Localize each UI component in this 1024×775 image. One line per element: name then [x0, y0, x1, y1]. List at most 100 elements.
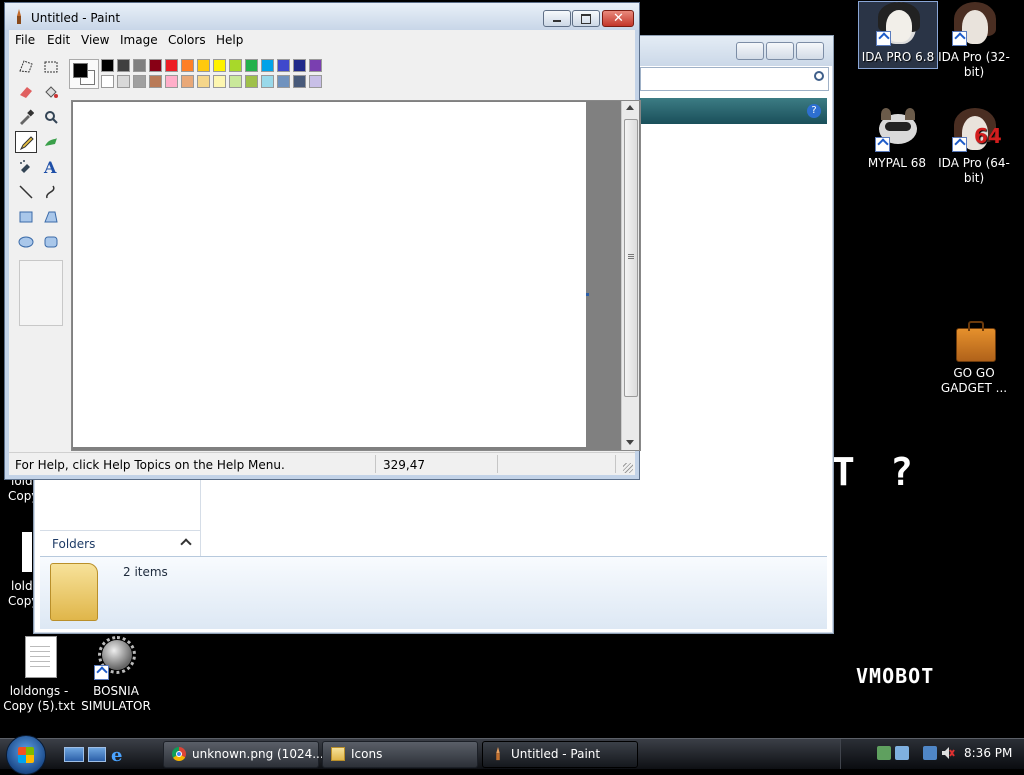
palette-swatch[interactable] [213, 59, 226, 72]
task-label: unknown.png (1024... [192, 747, 324, 761]
desktop-icon-ida-pro-68[interactable]: IDA PRO 6.8 [858, 1, 938, 69]
paint-close-button[interactable]: ✕ [602, 10, 634, 27]
pencil-tool[interactable] [15, 131, 37, 153]
task-chrome-unknown-png[interactable]: unknown.png (1024... [163, 741, 324, 768]
tool-options-box[interactable] [19, 260, 63, 326]
desktop-icon-mypal-68[interactable]: MYPAL 68 [858, 108, 936, 171]
palette-swatch[interactable] [197, 75, 210, 88]
palette-swatch[interactable] [101, 59, 114, 72]
polygon-tool[interactable] [40, 206, 62, 228]
network-users-icon[interactable] [877, 746, 891, 760]
curve-tool[interactable] [40, 181, 62, 203]
palette-swatch[interactable] [197, 59, 210, 72]
palette-swatch[interactable] [149, 59, 162, 72]
desktop-icon-bosnia-simulator[interactable]: BOSNIA SIMULATOR [77, 636, 155, 714]
explorer-search-box[interactable] [640, 67, 829, 91]
fill-bucket-tool[interactable] [40, 81, 62, 103]
scrollbar-thumb[interactable] [624, 119, 638, 397]
menu-edit[interactable]: Edit [47, 33, 70, 47]
task-untitled-paint[interactable]: Untitled - Paint [482, 741, 638, 768]
palette-swatch[interactable] [309, 75, 322, 88]
palette-swatch[interactable] [117, 59, 130, 72]
ellipse-tool[interactable] [15, 231, 37, 253]
rect-select-tool[interactable] [40, 56, 62, 78]
shortcut-arrow-icon [876, 31, 891, 46]
paint-titlebar[interactable]: Untitled - Paint ✕ [5, 3, 639, 30]
menu-help[interactable]: Help [216, 33, 243, 47]
palette-swatch[interactable] [229, 59, 242, 72]
line-tool[interactable] [15, 181, 37, 203]
canvas-resize-handle[interactable] [586, 293, 589, 296]
palette-swatch[interactable] [245, 59, 258, 72]
explorer-maximize-button[interactable] [766, 42, 794, 60]
palette-swatch[interactable] [149, 75, 162, 88]
drawing-canvas[interactable] [73, 102, 586, 447]
connection-icon[interactable] [923, 746, 937, 760]
folders-label: Folders [52, 537, 96, 551]
palette-swatch[interactable] [245, 75, 258, 88]
palette-swatch[interactable] [261, 75, 274, 88]
airbrush-tool[interactable] [15, 156, 37, 178]
desktop-icon-ida-pro-32[interactable]: IDA Pro (32-bit) [935, 2, 1013, 80]
palette-swatch[interactable] [181, 59, 194, 72]
paint-title: Untitled - Paint [31, 11, 121, 25]
menu-image[interactable]: Image [120, 33, 158, 47]
search-icon[interactable] [814, 71, 824, 81]
start-button[interactable] [6, 735, 46, 775]
volume-muted-icon[interactable] [941, 746, 955, 760]
eraser-tool[interactable] [15, 81, 37, 103]
show-desktop-icon[interactable] [64, 747, 84, 762]
network-icon[interactable] [895, 746, 909, 760]
menu-file[interactable]: File [15, 33, 35, 47]
palette-swatch[interactable] [101, 75, 114, 88]
desktop-icon-label: IDA Pro (32-bit) [938, 50, 1010, 79]
explorer-close-button[interactable] [796, 42, 824, 60]
paint-maximize-button[interactable] [572, 10, 600, 27]
help-icon[interactable]: ? [807, 104, 821, 118]
palette-swatch[interactable] [165, 59, 178, 72]
desktop-icon-label: GO GO GADGET ... [940, 366, 1008, 395]
palette-swatch[interactable] [229, 75, 242, 88]
palette-swatch[interactable] [213, 75, 226, 88]
scroll-up-button[interactable] [626, 105, 634, 110]
internet-explorer-icon[interactable]: e [111, 745, 122, 766]
palette-swatch[interactable] [277, 59, 290, 72]
scroll-down-button[interactable] [626, 440, 634, 445]
palette-swatch[interactable] [133, 59, 146, 72]
palette-swatch[interactable] [165, 75, 178, 88]
shortcut-arrow-icon [875, 137, 890, 152]
desktop-icon-go-go-gadget[interactable]: GO GO GADGET ... [935, 318, 1013, 396]
palette-swatch[interactable] [293, 75, 306, 88]
palette-swatch[interactable] [261, 59, 274, 72]
desktop-icon-loldongs-copy-5[interactable]: loldongs - Copy (5).txt [0, 636, 78, 714]
vertical-scrollbar[interactable] [621, 101, 639, 450]
palette-swatch[interactable] [293, 59, 306, 72]
primary-color-swatch[interactable] [73, 63, 88, 78]
resize-grip-icon[interactable] [623, 463, 633, 473]
palette-swatch[interactable] [117, 75, 130, 88]
color-picker-tool[interactable] [15, 106, 37, 128]
menu-colors[interactable]: Colors [168, 33, 206, 47]
folders-toggle[interactable]: Folders [40, 530, 200, 555]
palette-swatch[interactable] [309, 59, 322, 72]
task-icons-folder[interactable]: Icons [322, 741, 478, 768]
brush-tool[interactable] [40, 131, 62, 153]
switch-windows-icon[interactable] [88, 747, 106, 762]
rounded-rect-tool[interactable] [40, 231, 62, 253]
desktop-icon-label: IDA PRO 6.8 [861, 50, 935, 64]
desktop-icon-ida-pro-64[interactable]: 64 IDA Pro (64-bit) [935, 108, 1013, 186]
text-tool[interactable]: A [40, 156, 62, 178]
palette-swatch[interactable] [133, 75, 146, 88]
free-select-tool[interactable] [15, 56, 37, 78]
desktop-pixel-text: VMOBOT [856, 664, 935, 688]
palette-swatch[interactable] [181, 75, 194, 88]
paint-window[interactable]: Untitled - Paint ✕ File Edit View Image … [4, 2, 641, 480]
menu-view[interactable]: View [81, 33, 109, 47]
palette-swatch[interactable] [277, 75, 290, 88]
magnifier-tool[interactable] [40, 106, 62, 128]
clock[interactable]: 8:36 PM [964, 746, 1012, 760]
rectangle-tool[interactable] [15, 206, 37, 228]
explorer-minimize-button[interactable] [736, 42, 764, 60]
paint-minimize-button[interactable] [543, 10, 571, 27]
current-colors[interactable] [69, 59, 99, 89]
